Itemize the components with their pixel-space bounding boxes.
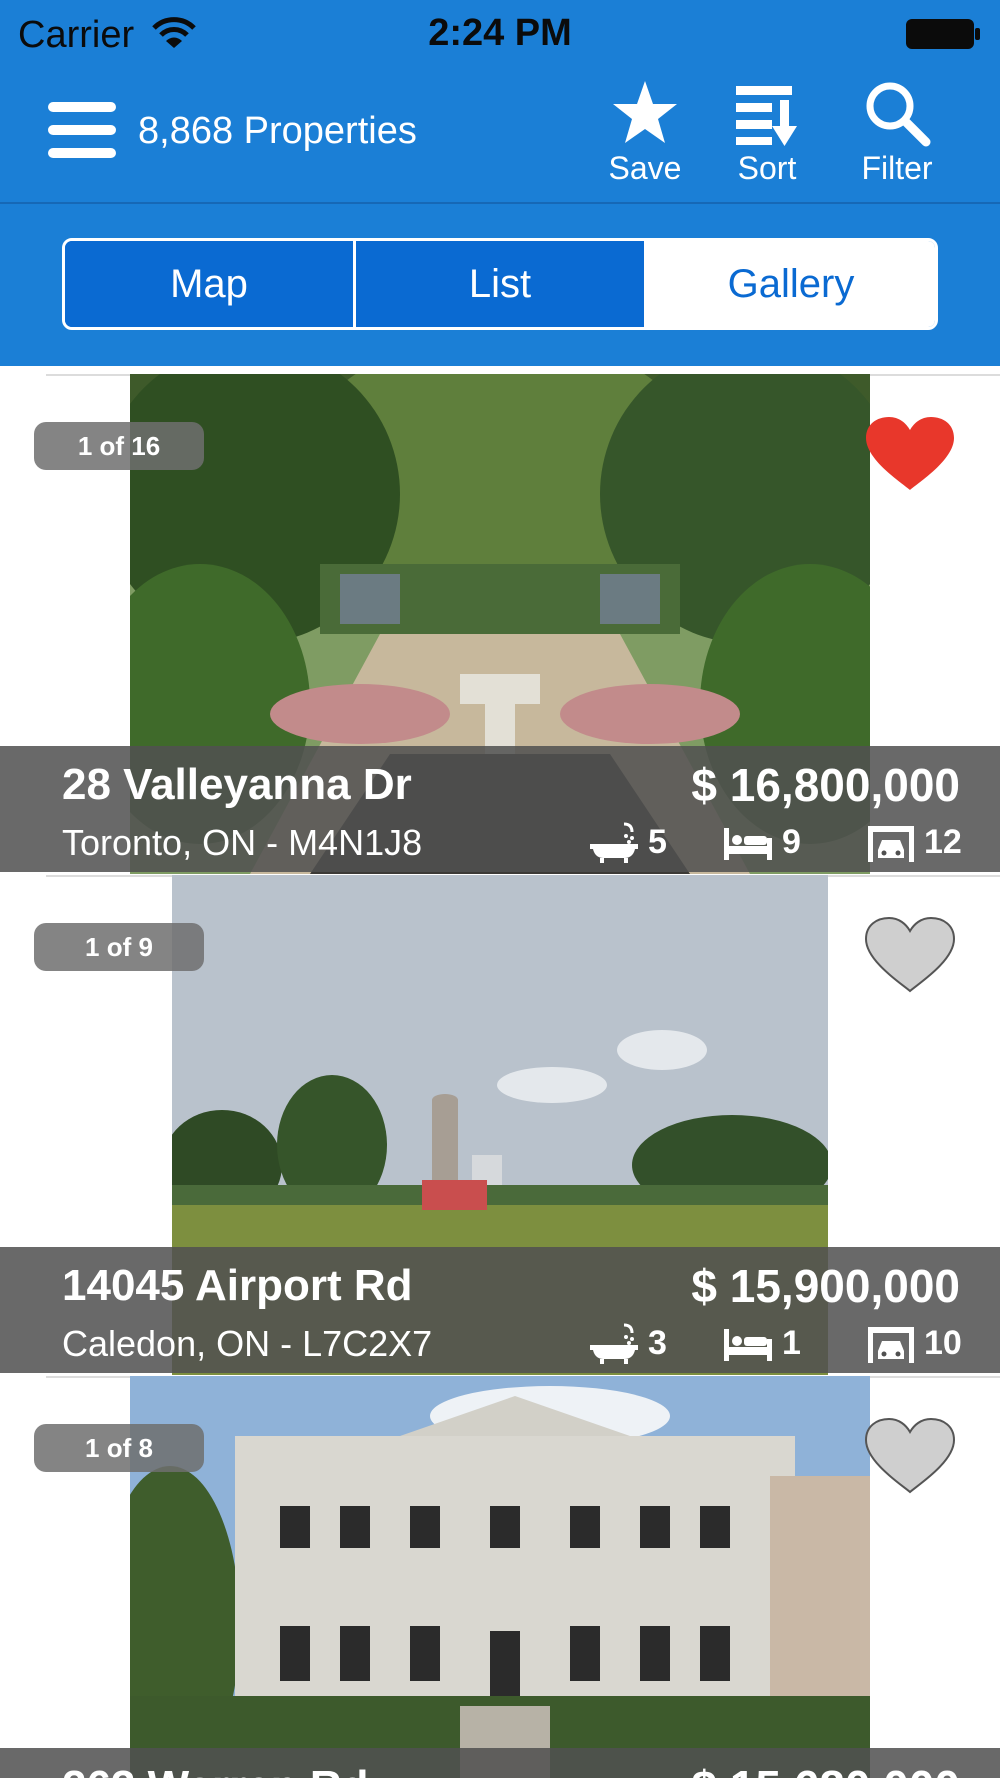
listing-price: $ 16,800,000	[691, 759, 960, 811]
sort-icon	[736, 86, 797, 146]
listing-price: $ 15,680,000	[691, 1760, 960, 1778]
listing-card[interactable]: 1 of 9 14045 Airport Rd Caledon, ON - L7…	[0, 875, 1000, 1375]
bed-count: 1	[722, 1321, 801, 1365]
sort-label: Sort	[737, 150, 797, 186]
header-divider	[0, 202, 1000, 204]
bathtub-icon	[590, 1323, 638, 1364]
listing-info-bar: 263 Warren Rd $ 15,680,000	[0, 1748, 1000, 1778]
listing-card[interactable]: 1 of 8 263 Warren Rd $ 15,680,000	[0, 1376, 1000, 1778]
bath-count: 3	[588, 1321, 667, 1365]
sort-button[interactable]: Sort	[712, 78, 822, 187]
listing-city: Toronto, ON - M4N1J8	[62, 822, 423, 863]
bed-icon	[724, 1329, 772, 1361]
listing-city: Caledon, ON - L7C2X7	[62, 1323, 433, 1364]
listing-address: 263 Warren Rd	[62, 1762, 368, 1778]
bath-count: 5	[588, 820, 667, 864]
status-time: 2:24 PM	[428, 12, 572, 54]
tab-map[interactable]: Map	[65, 241, 353, 327]
property-count: 8,868 Properties	[138, 110, 417, 152]
listing-info-bar: 28 Valleyanna Dr Toronto, ON - M4N1J8 $ …	[0, 746, 1000, 872]
listing-address: 28 Valleyanna Dr	[62, 760, 412, 809]
star-icon	[613, 81, 677, 143]
save-label: Save	[608, 150, 682, 186]
tab-gallery[interactable]: Gallery	[644, 241, 935, 327]
parking-count: 10	[866, 1321, 962, 1365]
hamburger-menu-icon[interactable]	[48, 102, 116, 158]
save-button[interactable]: Save	[590, 78, 700, 187]
heart-icon[interactable]	[862, 414, 958, 494]
bed-value: 9	[782, 822, 801, 861]
parking-count: 12	[866, 820, 962, 864]
photo-counter-badge: 1 of 8	[34, 1424, 204, 1472]
tab-list[interactable]: List	[353, 241, 644, 327]
garage-icon	[868, 1327, 914, 1363]
bed-icon	[724, 828, 772, 860]
filter-button[interactable]: Filter	[842, 78, 952, 187]
parking-value: 10	[924, 1323, 962, 1362]
heart-icon[interactable]	[862, 915, 958, 995]
app-header: Carrier 2:24 PM 8,868 Properties Save So…	[0, 0, 1000, 366]
view-mode-selector: Map List Gallery	[62, 238, 938, 330]
listing-photo[interactable]	[130, 1376, 870, 1778]
listing-info-bar: 14045 Airport Rd Caledon, ON - L7C2X7 $ …	[0, 1247, 1000, 1373]
nav-bar: 8,868 Properties Save Sort Filter	[0, 70, 1000, 202]
status-bar: Carrier 2:24 PM	[0, 0, 1000, 70]
heart-icon[interactable]	[862, 1416, 958, 1496]
bath-value: 3	[648, 1323, 667, 1362]
photo-counter-badge: 1 of 16	[34, 422, 204, 470]
battery-icon	[906, 19, 980, 49]
search-icon	[866, 82, 931, 147]
listing-address: 14045 Airport Rd	[62, 1261, 413, 1310]
bed-value: 1	[782, 1323, 801, 1362]
bath-value: 5	[648, 822, 667, 861]
photo-counter-badge: 1 of 9	[34, 923, 204, 971]
parking-value: 12	[924, 822, 962, 861]
filter-label: Filter	[861, 150, 933, 186]
listing-card[interactable]: 1 of 16 28 Valleyanna Dr Toronto, ON - M…	[0, 374, 1000, 874]
garage-icon	[868, 826, 914, 862]
mansion-photo	[130, 1376, 870, 1778]
listing-price: $ 15,900,000	[691, 1260, 960, 1312]
bed-count: 9	[722, 820, 801, 864]
bathtub-icon	[590, 822, 638, 863]
